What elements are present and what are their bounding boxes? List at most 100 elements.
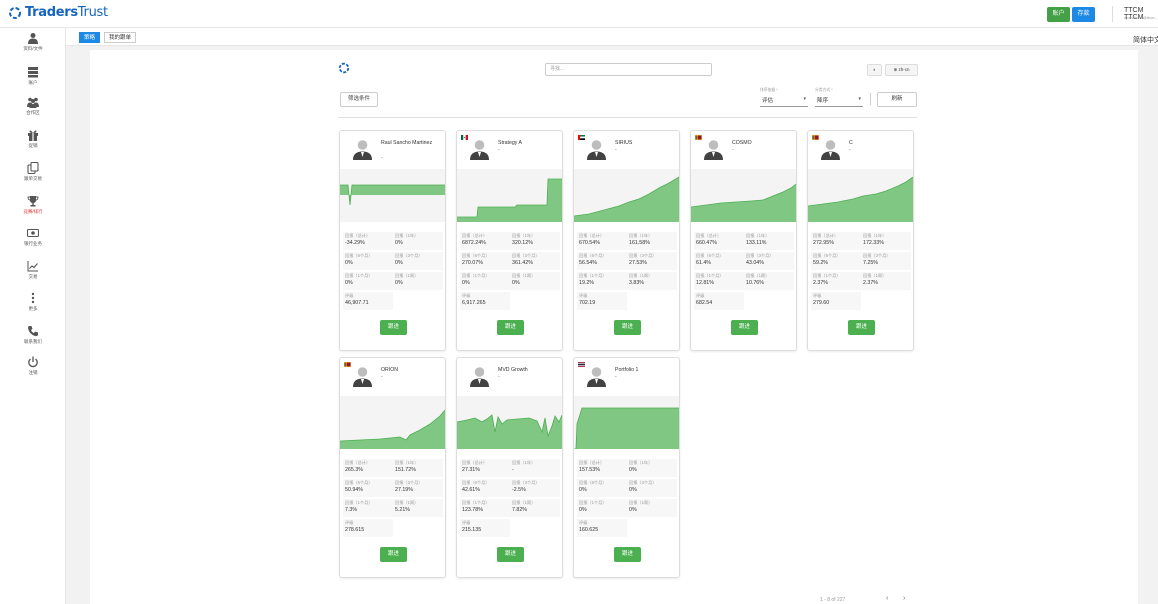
strategy-subtitle: -	[615, 147, 617, 153]
sort-field-select[interactable]: 排序依据 * 评估 ▾	[760, 88, 808, 107]
sidebar-item-label: 联系我们	[24, 339, 42, 344]
follow-button[interactable]: 跟进	[614, 547, 641, 562]
strategy-name[interactable]: ORION	[381, 366, 443, 374]
locale-button[interactable]: ⊕ zh-cn	[885, 64, 918, 76]
sidebar-item-copy-trading[interactable]: 跟单交易	[0, 162, 66, 182]
stat-label: 回报（1周）	[395, 273, 419, 278]
avatar-icon	[470, 140, 489, 160]
stat-cell: 回报（1个月） 0%	[579, 500, 627, 513]
stat-cell: 回报（1个月） 0%	[345, 273, 393, 286]
stat-value: 42.61%	[462, 487, 480, 493]
follow-button[interactable]: 跟进	[497, 320, 524, 335]
sidebar-item-label: 银行业务	[24, 241, 42, 246]
tab-strategies[interactable]: 策略	[79, 32, 101, 43]
strategy-name[interactable]: Raul Sancho Martinez	[381, 139, 443, 147]
stat-cell: 回报（1周） 0%	[512, 273, 560, 286]
account-button[interactable]: 账户	[1047, 7, 1070, 22]
follow-button[interactable]: 跟进	[848, 320, 875, 335]
stat-row: 回报（1个月） 123.78% 回报（1周） 7.82%	[460, 499, 560, 517]
strategy-card[interactable]: SIRIUS - 回报（总计） 670.54% 回报（1年） 161.58% 回…	[573, 130, 680, 351]
follow-button[interactable]: 跟进	[380, 547, 407, 562]
avatar-icon	[587, 367, 606, 387]
sidebar-item-label: 更多	[28, 306, 38, 311]
strategy-name[interactable]: Portfolio 1	[615, 366, 677, 374]
rating-label: 评级	[579, 293, 588, 298]
stat-value: 151.72%	[395, 467, 416, 473]
strategy-card[interactable]: Strategy A - 回报（总计） 6872.24% 回报（1年） 320.…	[456, 130, 563, 351]
sidebar-item-contests[interactable]: 竞赛/排行	[0, 195, 66, 215]
sidebar-item-label: 交易	[28, 274, 38, 279]
avatar-icon	[704, 140, 723, 160]
stat-value: 0%	[345, 280, 353, 286]
avatar-icon	[470, 367, 489, 387]
stat-cell: 回报（1周） 0%	[395, 273, 443, 286]
strategy-subtitle: -	[381, 155, 383, 161]
search-input[interactable]: 寻找...	[545, 63, 712, 76]
sidebar-item-logout[interactable]: 注销	[0, 356, 66, 376]
stat-row: 评级 278.615	[343, 519, 393, 537]
sidebar-item-profile[interactable]: 资料/文件	[0, 32, 66, 52]
stat-label: 回报（1周）	[746, 273, 770, 278]
stat-value: -	[512, 467, 514, 473]
deposit-button[interactable]: 存款	[1072, 7, 1095, 22]
stat-value: 0%	[395, 280, 403, 286]
stat-value: 7.25%	[863, 260, 879, 266]
stat-cell: 回报（6个月） 61.4%	[696, 253, 744, 266]
rating-value: 6,917.265	[462, 300, 486, 306]
strategy-name[interactable]: MVD Growth	[498, 366, 560, 374]
strategy-card[interactable]: Raul Sancho Martinez - 回报（总计） -34.29% 回报…	[339, 130, 446, 351]
stat-label: 回报（3个月）	[863, 253, 891, 258]
stat-value: 0%	[579, 507, 587, 513]
strategy-name[interactable]: SIRIUS	[615, 139, 677, 147]
refresh-button[interactable]: 刷新	[877, 92, 917, 107]
tab-my-copy[interactable]: 我的跟单	[104, 32, 137, 43]
sidebar-item-contact[interactable]: 联系我们	[0, 325, 66, 345]
stat-row: 回报（总计） 157.53% 回报（1年） 0%	[577, 459, 677, 477]
follow-button[interactable]: 跟进	[380, 320, 407, 335]
strategy-card[interactable]: ORION - 回报（总计） 265.3% 回报（1年） 151.72% 回报（…	[339, 357, 446, 578]
sidebar-item-accounts[interactable]: 账户	[0, 66, 66, 86]
sidebar-item-partners[interactable]: 合作区	[0, 96, 66, 116]
stat-cell: 回报（总计） 660.47%	[696, 233, 744, 246]
theme-toggle-button[interactable]: ◐	[867, 64, 882, 76]
stat-cell: 评级 6,917.265	[462, 293, 510, 306]
strategy-card[interactable]: MVD Growth - 回报（总计） 27.31% 回报（1年） - 回报（6…	[456, 357, 563, 578]
sidebar-item-trading[interactable]: 交易	[0, 260, 66, 280]
stat-value: 0%	[395, 240, 403, 246]
next-page-button[interactable]: ›	[903, 595, 905, 602]
stat-cell: 回报（6个月） 59.2%	[813, 253, 861, 266]
follow-button[interactable]: 跟进	[731, 320, 758, 335]
avatar-icon	[821, 140, 840, 160]
filter-button[interactable]: 筛选条件	[340, 92, 378, 107]
equity-area	[457, 179, 562, 222]
strategy-card[interactable]: COSMO - 回报（总计） 660.47% 回报（1年） 133.11% 回报…	[690, 130, 797, 351]
stat-label: 回报（6个月）	[579, 480, 607, 485]
sidebar-item-more[interactable]: 更多	[0, 292, 66, 312]
logo[interactable]: TradersTrust	[8, 5, 108, 20]
sri-lanka-flag-icon	[344, 362, 351, 367]
language-selector[interactable]: 简体中文	[1133, 35, 1158, 45]
prev-page-button[interactable]: ‹	[886, 595, 888, 602]
strategy-card[interactable]: Portfolio 1 - 回报（总计） 157.53% 回报（1年） 0% 回…	[573, 357, 680, 578]
stat-label: 回报（1个月）	[813, 273, 841, 278]
strategy-name[interactable]: C	[849, 139, 911, 147]
strategy-subtitle: -	[498, 374, 500, 380]
follow-button[interactable]: 跟进	[614, 320, 641, 335]
server-icon	[28, 67, 38, 78]
stat-cell: 回报（1个月） 2.37%	[813, 273, 861, 286]
sidebar-item-banking[interactable]: 银行业务	[0, 227, 66, 247]
stat-label: 回报（1个月）	[696, 273, 724, 278]
strategy-name[interactable]: COSMO	[732, 139, 794, 147]
strategy-card[interactable]: C - 回报（总计） 272.95% 回报（1年） 172.33% 回报（6个月…	[807, 130, 914, 351]
stat-row: 评级 682.54	[694, 292, 744, 310]
follow-button[interactable]: 跟进	[497, 547, 524, 562]
stat-label: 回报（6个月）	[345, 253, 373, 258]
strategy-name[interactable]: Strategy A	[498, 139, 560, 147]
stat-value: 59.2%	[813, 260, 829, 266]
sidebar-item-promotions[interactable]: 促销	[0, 129, 66, 149]
sort-order-select[interactable]: 分类方式 * 降序 ▾	[815, 88, 863, 107]
strategy-subtitle: -	[381, 374, 383, 380]
stat-row: 回报（1个月） 7.3% 回报（1周） 5.21%	[343, 499, 443, 517]
chevron-down-icon: ▾	[803, 96, 806, 102]
sidebar-item-label: 竞赛/排行	[23, 209, 43, 214]
